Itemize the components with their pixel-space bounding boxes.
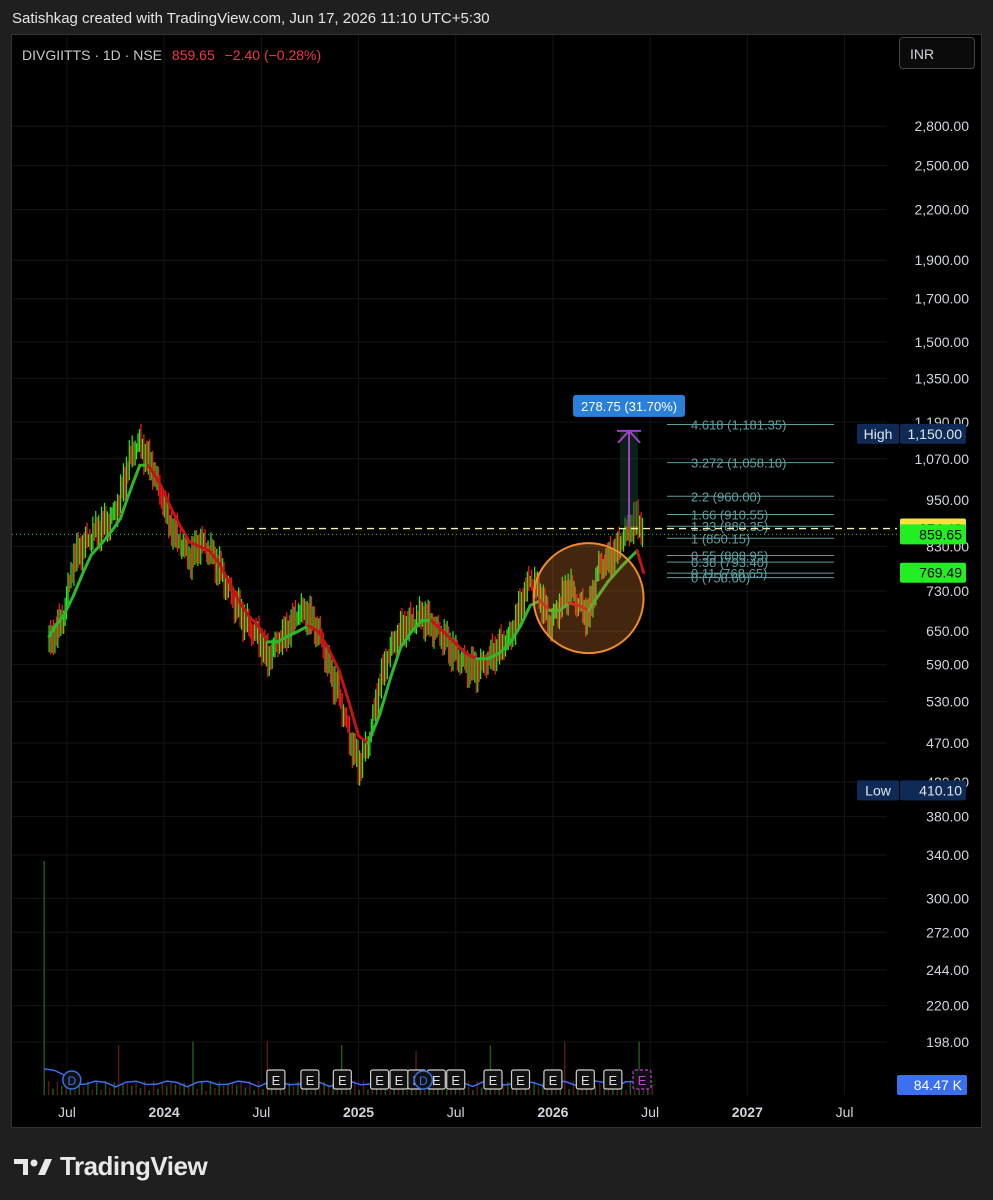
x-axis-tick-label: 2027 [732, 1104, 763, 1120]
tradingview-logo[interactable]: TradingView [14, 1151, 208, 1182]
low-label: Low [865, 782, 892, 798]
ema-segment [635, 549, 646, 575]
y-axis-tick-label: 1,700.00 [915, 291, 970, 307]
y-axis-tick-label: 198.00 [926, 1034, 969, 1050]
currency-button[interactable]: INR [899, 37, 975, 69]
y-axis-tick-label: 650.00 [926, 623, 969, 639]
ema-value-badge: 769.49 [919, 565, 962, 581]
ema-segment [71, 571, 85, 598]
ema-segment [125, 480, 135, 502]
x-axis-tick-label: Jul [252, 1104, 270, 1120]
x-axis-tick-label: 2025 [343, 1104, 374, 1120]
x-axis-tick-label: Jul [641, 1104, 659, 1120]
earnings-marker-letter: E [375, 1073, 384, 1088]
x-axis-tick-label: Jul [836, 1104, 854, 1120]
caption-bar: Satishkag created with TradingView.com, … [0, 0, 993, 34]
symbol-legend[interactable]: DIVGIITTS · 1D · NSE 859.65 −2.40 (−0.28… [22, 47, 321, 63]
price-chart[interactable]: 4.618 (1,181.35) 3.272 (1,058.10) 2.2 (960… [12, 35, 981, 1127]
y-axis-tick-label: 1,350.00 [915, 370, 970, 386]
y-axis-tick-label: 380.00 [926, 809, 969, 825]
earnings-marker-letter: E [338, 1073, 347, 1088]
y-axis-tick-label: 1,500.00 [915, 334, 970, 350]
y-axis-tick-label: 590.00 [926, 657, 969, 673]
dividend-marker-letter: D [67, 1074, 76, 1088]
y-axis-tick-label: 2,800.00 [915, 118, 970, 134]
earnings-marker-letter: E [489, 1073, 498, 1088]
footer: TradingView [0, 1128, 993, 1200]
earnings-marker-letter: E [432, 1073, 441, 1088]
ema-segment [118, 498, 129, 521]
fib-level-label: 4.618 (1,181.35) [691, 418, 786, 433]
symbol-change: −2.40 (−0.28%) [224, 47, 322, 63]
y-axis-tick-label: 730.00 [926, 583, 969, 599]
earnings-marker-letter: E [549, 1073, 558, 1088]
ema-segment [131, 463, 142, 484]
high-label: High [864, 426, 893, 442]
y-axis-tick-label: 2,500.00 [915, 157, 970, 173]
y-axis-tick-label: 1,070.00 [915, 451, 970, 467]
y-axis-tick-label: 300.00 [926, 890, 969, 906]
y-axis-tick-label: 244.00 [926, 962, 969, 978]
upcoming-earnings-letter: E [638, 1073, 647, 1088]
measure-label: 278.75 (31.70%) [581, 399, 677, 414]
earnings-marker-letter: E [306, 1073, 315, 1088]
y-axis-tick-label: 340.00 [926, 847, 969, 863]
earnings-marker-letter: E [395, 1073, 404, 1088]
earnings-marker-letter: E [581, 1073, 590, 1088]
x-axis-tick-label: Jul [58, 1104, 76, 1120]
dividend-marker-letter: D [419, 1074, 428, 1088]
fib-level-label: 0 (758.60) [691, 571, 750, 586]
y-axis-tick-label: 220.00 [926, 998, 969, 1014]
fib-level-label: 3.272 (1,058.10) [691, 456, 786, 471]
last-price-badge: 859.65 [919, 526, 962, 542]
chart-panel[interactable]: 4.618 (1,181.35) 3.272 (1,058.10) 2.2 (960… [11, 34, 982, 1128]
y-axis-tick-label: 950.00 [926, 492, 969, 508]
symbol-name: DIVGIITTS · 1D · NSE [22, 47, 163, 63]
fib-level-label: 2.2 (960.00) [691, 489, 761, 504]
tradingview-icon [14, 1158, 52, 1175]
y-axis-tick-label: 272.00 [926, 924, 969, 940]
fib-level-label: 1 (850.15) [691, 531, 750, 546]
x-axis-tick-label: 2024 [149, 1104, 180, 1120]
earnings-marker-letter: E [609, 1073, 618, 1088]
earnings-marker-letter: E [451, 1073, 460, 1088]
y-axis-tick-label: 470.00 [926, 735, 969, 751]
earnings-marker-letter: E [272, 1073, 281, 1088]
caption-text: Satishkag created with TradingView.com, … [12, 10, 490, 27]
volume-badge: 84.47 K [914, 1077, 963, 1093]
ema-segment [347, 700, 361, 738]
earnings-marker-letter: E [516, 1073, 525, 1088]
y-axis-tick-label: 1,900.00 [915, 252, 970, 268]
symbol-price: 859.65 [171, 47, 215, 63]
y-axis-tick-label: 530.00 [926, 694, 969, 710]
highlight-circle [532, 542, 645, 655]
x-axis-tick-label: 2026 [537, 1104, 568, 1120]
tradingview-wordmark: TradingView [60, 1151, 208, 1181]
x-axis-tick-label: Jul [447, 1104, 465, 1120]
y-axis-tick-label: 2,200.00 [915, 202, 970, 218]
low-value: 410.10 [919, 782, 962, 798]
high-value: 1,150.00 [908, 426, 963, 442]
